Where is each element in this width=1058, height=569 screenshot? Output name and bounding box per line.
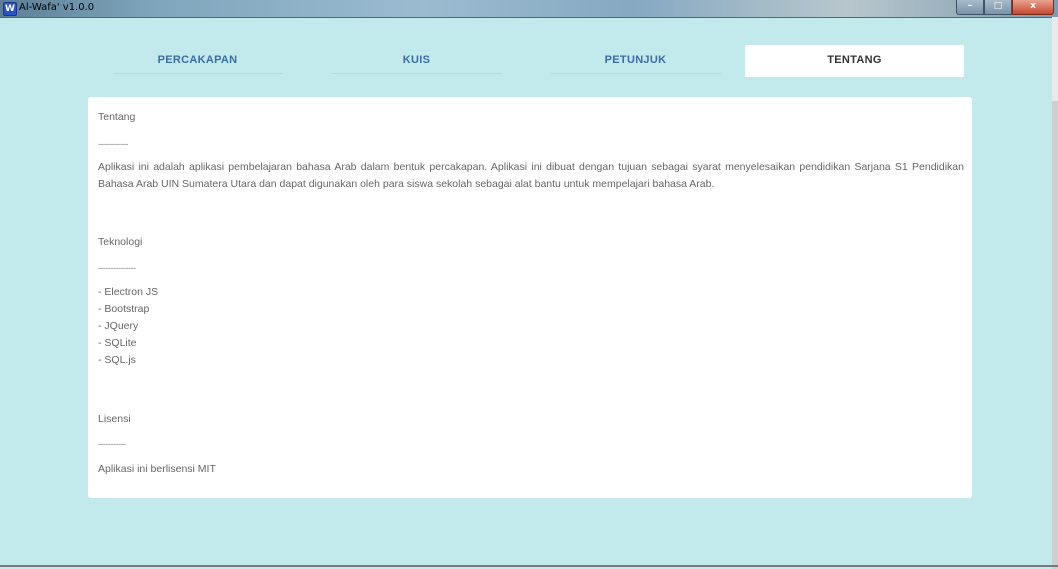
scrollbar-thumb[interactable] — [1052, 101, 1058, 569]
tab-kuis[interactable]: KUIS — [307, 45, 526, 77]
window-title: Al-Wafa' v1.0.0 — [19, 2, 95, 13]
tab-percakapan[interactable]: PERCAKAPAN — [88, 45, 307, 77]
about-heading: Tentang — [98, 111, 136, 123]
tech-item-electron: - Electron JS — [98, 286, 159, 298]
main-nav-tabs: PERCAKAPAN KUIS PETUNJUK TENTANG — [88, 45, 964, 77]
tab-divider — [331, 73, 502, 74]
tab-divider — [112, 73, 283, 74]
about-description: Aplikasi ini adalah aplikasi pembelajara… — [98, 161, 964, 190]
close-button[interactable]: x — [1012, 0, 1054, 15]
tech-item-jquery: - JQuery — [98, 320, 139, 332]
tab-divider — [550, 73, 721, 74]
tab-label: PERCAKAPAN — [157, 54, 238, 66]
license-text: Aplikasi ini berlisensi MIT — [98, 463, 216, 475]
window-controls: – □ x — [956, 0, 1054, 15]
about-panel: Tentang ------------ Aplikasi ini adalah… — [88, 97, 972, 498]
maximize-button[interactable]: □ — [984, 0, 1012, 15]
tab-label: PETUNJUK — [604, 54, 667, 66]
about-heading-rule: ------------ — [98, 139, 128, 149]
tech-item-bootstrap: - Bootstrap — [98, 303, 150, 315]
tab-label: KUIS — [402, 54, 431, 66]
tech-item-sqljs: - SQL.js — [98, 354, 136, 366]
tab-tentang[interactable]: TENTANG — [745, 45, 964, 77]
tab-label: TENTANG — [827, 54, 882, 66]
license-heading: Lisensi — [98, 413, 131, 425]
minimize-button[interactable]: – — [956, 0, 984, 15]
app-logo-icon: W — [3, 2, 17, 16]
window-title-bar: W Al-Wafa' v1.0.0 – □ x — [0, 0, 1058, 18]
tech-heading: Teknologi — [98, 236, 143, 248]
tech-item-sqlite: - SQLite — [98, 337, 137, 349]
tab-petunjuk[interactable]: PETUNJUK — [526, 45, 745, 77]
tech-heading-rule: --------------- — [98, 263, 136, 273]
license-heading-rule: ----------- — [98, 439, 126, 449]
vertical-scrollbar[interactable] — [1052, 17, 1058, 569]
